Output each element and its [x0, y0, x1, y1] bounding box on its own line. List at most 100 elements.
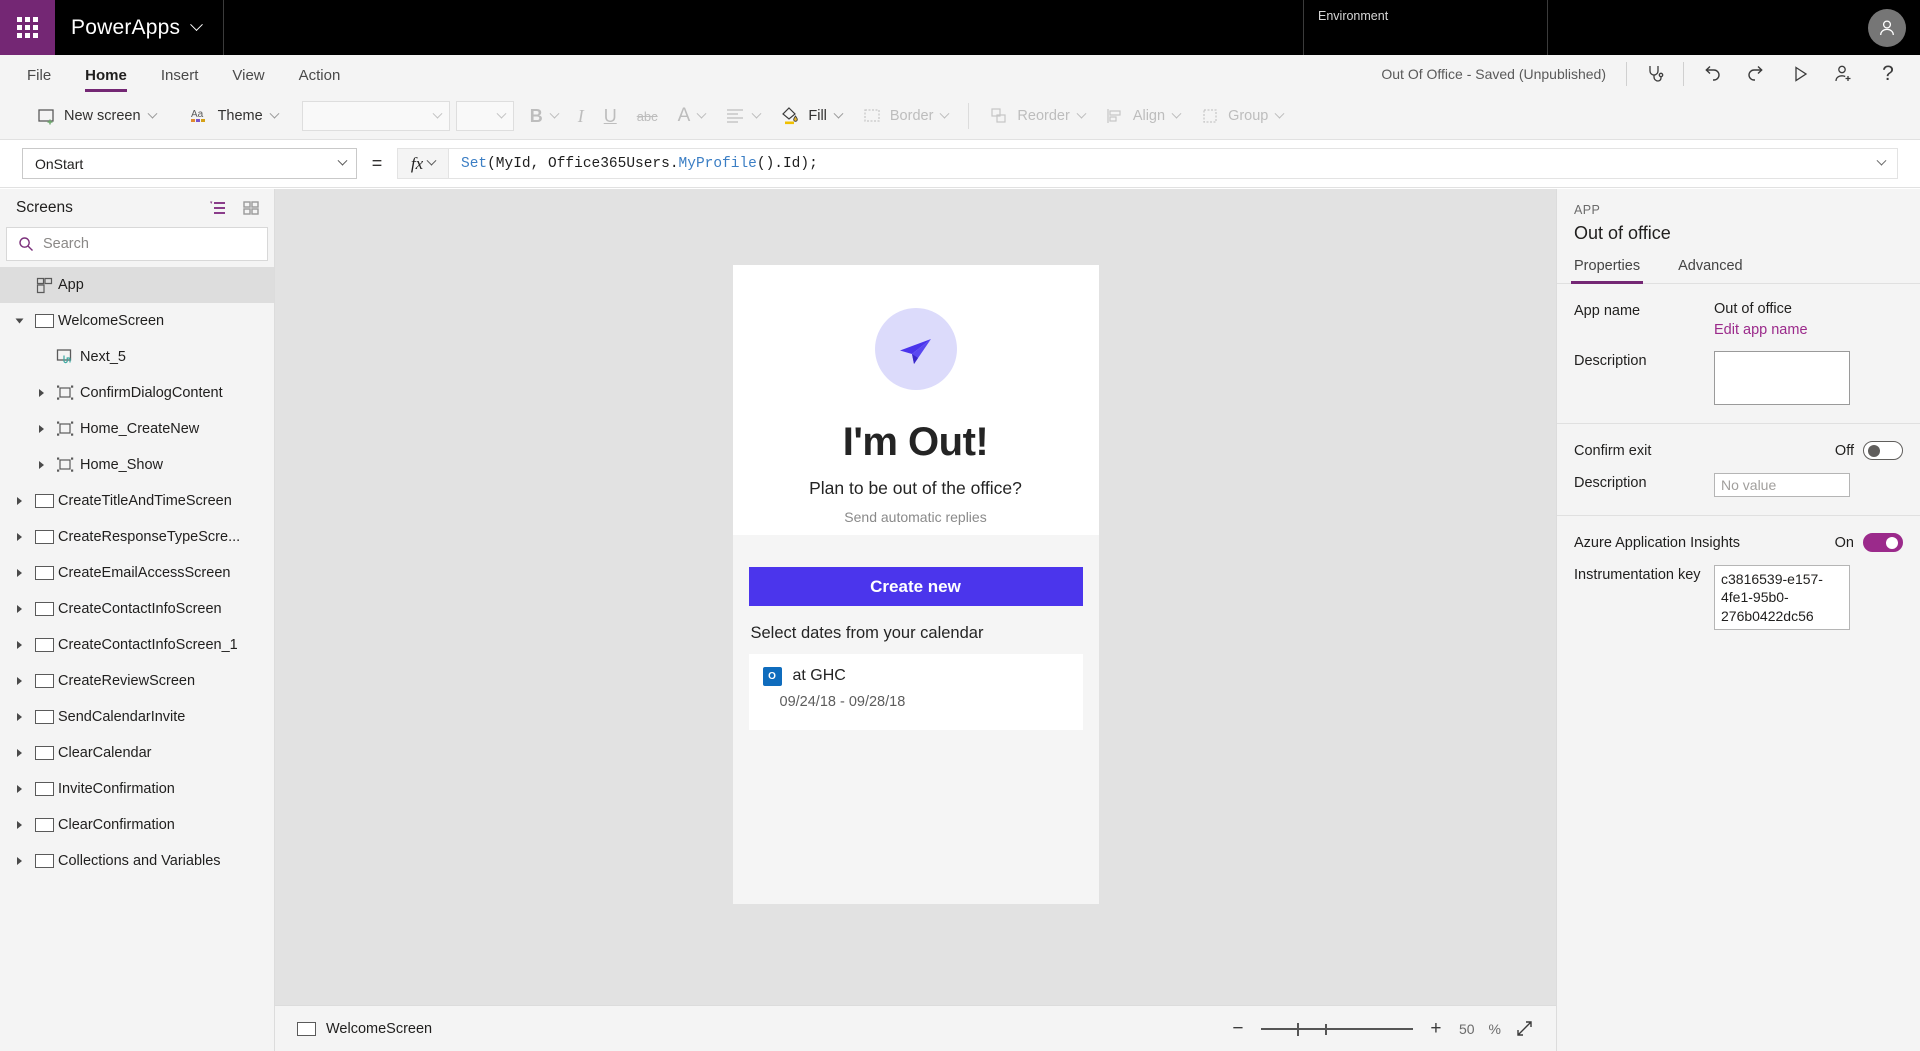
- formula-input[interactable]: Set(MyId, Office365Users.MyProfile().Id)…: [449, 148, 1898, 179]
- calendar-event-card[interactable]: O at GHC 09/24/18 - 09/28/18: [748, 654, 1083, 730]
- expand-arrow-icon[interactable]: [8, 821, 30, 829]
- confirm-exit-toggle[interactable]: [1863, 441, 1903, 460]
- border-button[interactable]: Border: [852, 99, 959, 133]
- tree-item-clearcalendar[interactable]: ClearCalendar: [0, 735, 274, 771]
- tab-properties[interactable]: Properties: [1570, 258, 1644, 284]
- share-person-icon[interactable]: [1822, 55, 1866, 93]
- environment-picker[interactable]: Environment: [1303, 0, 1548, 55]
- tree-item-createresponsetypescre[interactable]: CreateResponseTypeScre...: [0, 519, 274, 555]
- tree-item-inviteconfirmation[interactable]: InviteConfirmation: [0, 771, 274, 807]
- menu-item-action[interactable]: Action: [299, 67, 341, 93]
- tree-item-clearconfirmation[interactable]: ClearConfirmation: [0, 807, 274, 843]
- group-button[interactable]: Group: [1190, 99, 1293, 133]
- menu-item-insert[interactable]: Insert: [161, 67, 199, 93]
- expand-formula-chevron-icon[interactable]: [1876, 155, 1887, 166]
- tab-advanced[interactable]: Advanced: [1678, 258, 1743, 283]
- zoom-controls: − + 50 %: [1229, 1018, 1534, 1040]
- tree-item-home-createnew[interactable]: Home_CreateNew: [0, 411, 274, 447]
- tree-item-home-show[interactable]: Home_Show: [0, 447, 274, 483]
- account-button[interactable]: [1854, 0, 1920, 55]
- bold-button[interactable]: B: [520, 99, 568, 133]
- collapse-arrow-icon[interactable]: [8, 317, 30, 325]
- app-preview: I'm Out! Plan to be out of the office? S…: [732, 265, 1099, 904]
- property-select[interactable]: OnStart: [22, 148, 357, 179]
- tree-item-welcomescreen[interactable]: WelcomeScreen: [0, 303, 274, 339]
- expand-arrow-icon[interactable]: [8, 713, 30, 721]
- avatar: [1868, 8, 1906, 47]
- reorder-button[interactable]: Reorder: [979, 99, 1094, 133]
- fill-button[interactable]: Fill: [770, 99, 852, 133]
- expand-arrow-icon[interactable]: [8, 641, 30, 649]
- group-icon: [52, 384, 80, 402]
- expand-arrow-icon[interactable]: [8, 749, 30, 757]
- zoom-slider-handle[interactable]: [1296, 1022, 1299, 1036]
- expand-arrow-icon[interactable]: [8, 533, 30, 541]
- bold-label: B: [529, 105, 543, 126]
- expand-arrow-icon[interactable]: [30, 389, 52, 397]
- align-group-button[interactable]: Align: [1095, 99, 1190, 133]
- zoom-out-button[interactable]: −: [1229, 1018, 1247, 1040]
- underline-button[interactable]: U: [594, 99, 627, 133]
- tree-item-createtitleandtimescreen[interactable]: CreateTitleAndTimeScreen: [0, 483, 274, 519]
- expand-arrow-icon[interactable]: [8, 677, 30, 685]
- theme-button[interactable]: Aa Theme: [180, 99, 288, 133]
- brand-menu[interactable]: PowerApps: [55, 0, 225, 55]
- search-input[interactable]: [43, 236, 256, 252]
- app-insights-toggle[interactable]: [1863, 533, 1903, 552]
- tree-item-next-5[interactable]: Next_5: [0, 339, 274, 375]
- tree-item-createcontactinfoscreen-1[interactable]: CreateContactInfoScreen_1: [0, 627, 274, 663]
- button-icon: [52, 348, 80, 366]
- italic-button[interactable]: I: [568, 99, 594, 133]
- new-screen-button[interactable]: New screen: [26, 99, 166, 133]
- tree-item-app[interactable]: App: [0, 267, 274, 303]
- tree-item-createcontactinfoscreen[interactable]: CreateContactInfoScreen: [0, 591, 274, 627]
- app-description-input[interactable]: [1714, 351, 1850, 405]
- stethoscope-icon[interactable]: [1633, 55, 1677, 93]
- expand-arrow-icon[interactable]: [30, 425, 52, 433]
- tree-item-confirmdialogcontent[interactable]: ConfirmDialogContent: [0, 375, 274, 411]
- expand-arrow-icon[interactable]: [30, 461, 52, 469]
- chevron-down-icon: [432, 108, 443, 119]
- redo-icon[interactable]: [1734, 55, 1778, 93]
- expand-arrow-icon[interactable]: [8, 785, 30, 793]
- divider: [968, 103, 970, 129]
- edit-app-name-link[interactable]: Edit app name: [1714, 322, 1808, 338]
- tree-item-collections-and-variables[interactable]: Collections and Variables: [0, 843, 274, 879]
- expand-arrow-icon[interactable]: [8, 857, 30, 865]
- font-color-button[interactable]: A: [668, 99, 716, 133]
- zoom-slider[interactable]: [1260, 1022, 1413, 1036]
- menu-bar: File Home Insert View Action Out Of Offi…: [0, 55, 1920, 93]
- strikethrough-button[interactable]: abc: [627, 99, 668, 133]
- expand-arrow-icon[interactable]: [8, 605, 30, 613]
- expand-arrow-icon[interactable]: [8, 569, 30, 577]
- fit-screen-icon[interactable]: [1515, 1019, 1534, 1038]
- screen-icon: [297, 1021, 316, 1036]
- text-align-button[interactable]: [715, 99, 770, 133]
- current-screen-indicator[interactable]: WelcomeScreen: [297, 1021, 432, 1037]
- play-preview-icon[interactable]: [1778, 55, 1822, 93]
- tree-item-label: CreateResponseTypeScre...: [58, 529, 241, 545]
- search-box[interactable]: [6, 227, 268, 261]
- tree-item-sendcalendarinvite[interactable]: SendCalendarInvite: [0, 699, 274, 735]
- undo-icon[interactable]: [1690, 55, 1734, 93]
- expand-arrow-icon[interactable]: [8, 497, 30, 505]
- menu-item-view[interactable]: View: [232, 67, 264, 93]
- formula-token: MyProfile: [678, 155, 757, 172]
- app-launcher-button[interactable]: [0, 0, 55, 55]
- new-screen-label: New screen: [64, 108, 141, 124]
- menu-item-home[interactable]: Home: [85, 67, 127, 93]
- menu-item-file[interactable]: File: [27, 67, 51, 93]
- zoom-in-button[interactable]: +: [1427, 1018, 1445, 1040]
- font-family-select[interactable]: [301, 101, 450, 131]
- confirm-description-input[interactable]: No value: [1714, 473, 1850, 497]
- tree-view-icon[interactable]: [209, 200, 227, 216]
- instrumentation-key-input[interactable]: c3816539-e157-4fe1-95b0-276b0422dc56: [1714, 565, 1850, 631]
- thumbnail-view-icon[interactable]: [243, 200, 260, 216]
- tree-item-createreviewscreen[interactable]: CreateReviewScreen: [0, 663, 274, 699]
- fx-button[interactable]: fx: [397, 148, 449, 179]
- outlook-icon: O: [762, 667, 782, 686]
- font-size-select[interactable]: [455, 101, 514, 131]
- create-new-button[interactable]: Create new: [748, 567, 1083, 606]
- tree-item-createemailaccessscreen[interactable]: CreateEmailAccessScreen: [0, 555, 274, 591]
- help-icon[interactable]: ?: [1866, 55, 1910, 93]
